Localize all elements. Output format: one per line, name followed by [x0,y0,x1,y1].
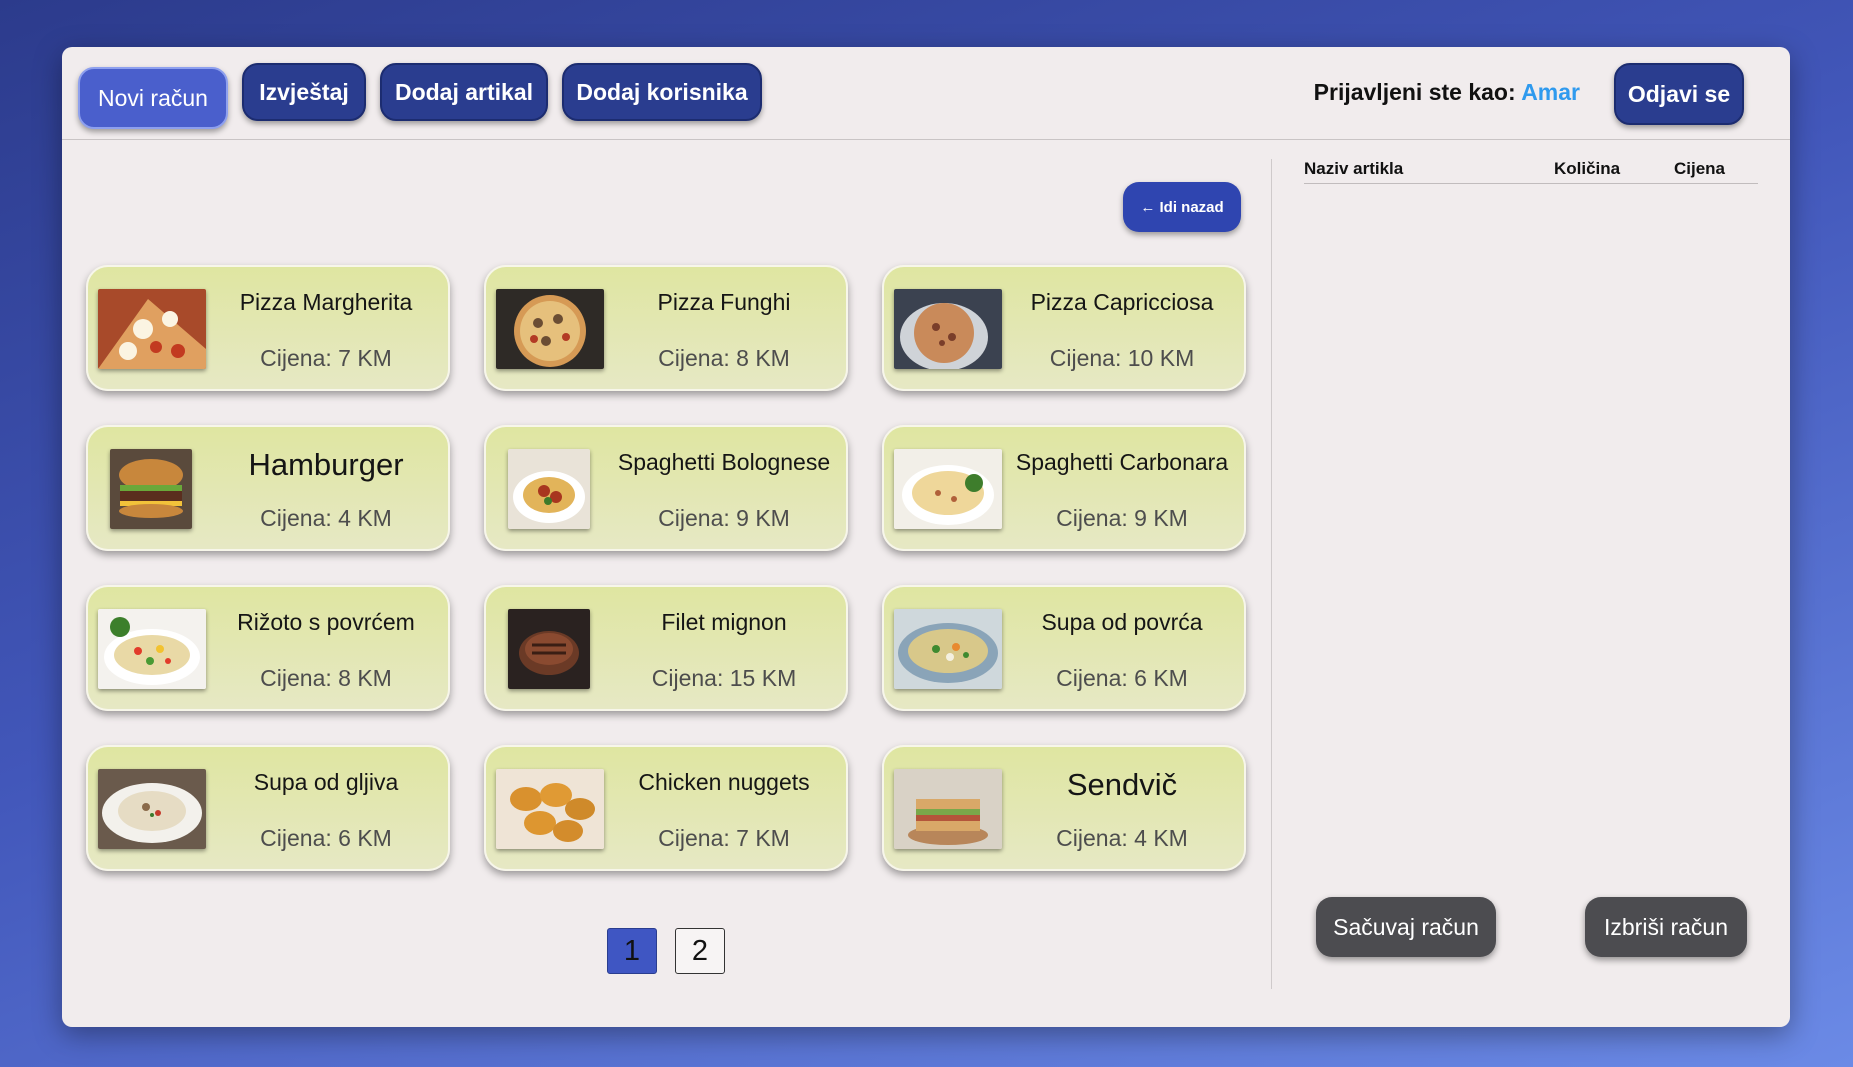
top-navigation-bar: Novi račun Izvještaj Dodaj artikal Dodaj… [62,47,1790,140]
item-name: Spaghetti Carbonara [1015,449,1229,475]
delete-bill-button[interactable]: Izbriši račun [1585,897,1747,957]
pizza-funghi-image [496,289,604,369]
item-name: Sendvič [1066,767,1178,802]
sandwich-image [894,769,1002,849]
menu-item-card[interactable]: Spaghetti Bolognese Cijena: 9 KM [484,425,848,551]
item-name: Pizza Funghi [657,289,791,315]
item-name: Hamburger [248,447,404,482]
logged-in-label: Prijavljeni ste kao: [1313,79,1522,105]
item-price: Cijena: 7 KM [260,345,392,371]
pizza-margherita-image [98,289,206,369]
item-price: Cijena: 7 KM [658,825,790,851]
rizoto-image [98,609,206,689]
username: Amar [1521,79,1580,105]
chicken-nuggets-image [496,769,604,849]
app-window: Novi račun Izvještaj Dodaj artikal Dodaj… [62,47,1790,1027]
item-price: Cijena: 9 KM [1056,505,1188,531]
save-bill-button[interactable]: Sačuvaj račun [1316,897,1496,957]
spaghetti-carbonara-image [894,449,1002,529]
item-name: Supa od povrća [1041,609,1203,635]
menu-item-card[interactable]: Chicken nuggets Cijena: 7 KM [484,745,848,871]
item-name: Supa od gljiva [253,769,399,795]
filet-mignon-image [508,609,590,689]
bill-table-header: Naziv artikla Količina Cijena [1304,147,1758,184]
new-bill-button[interactable]: Novi račun [78,67,228,129]
menu-item-card[interactable]: Pizza Capricciosa Cijena: 10 KM [882,265,1246,391]
column-item-name: Naziv artikla [1304,159,1404,178]
menu-item-card[interactable]: Sendvič Cijena: 4 KM [882,745,1246,871]
page-button-2[interactable]: 2 [675,928,725,974]
hamburger-image [110,449,192,529]
item-name: Filet mignon [661,609,787,635]
logged-in-info: Prijavljeni ste kao: Amar [1314,79,1580,106]
spaghetti-bolognese-image [508,449,590,529]
report-button[interactable]: Izvještaj [242,63,366,121]
item-price: Cijena: 6 KM [260,825,392,851]
column-quantity: Količina [1554,159,1621,178]
add-item-button[interactable]: Dodaj artikal [380,63,548,121]
item-name: Spaghetti Bolognese [617,449,831,475]
menu-item-card[interactable]: Supa od povrća Cijena: 6 KM [882,585,1246,711]
add-user-button[interactable]: Dodaj korisnika [562,63,762,121]
menu-item-card[interactable]: Pizza Funghi Cijena: 8 KM [484,265,848,391]
item-price: Cijena: 8 KM [658,345,790,371]
item-price: Cijena: 9 KM [658,505,790,531]
menu-item-card[interactable]: Spaghetti Carbonara Cijena: 9 KM [882,425,1246,551]
menu-item-card[interactable]: Supa od gljiva Cijena: 6 KM [86,745,450,871]
mushroom-soup-image [98,769,206,849]
menu-item-card[interactable]: Rižoto s povrćem Cijena: 8 KM [86,585,450,711]
item-name: Pizza Margherita [239,289,413,315]
menu-item-card[interactable]: Hamburger Cijena: 4 KM [86,425,450,551]
menu-item-card[interactable]: Filet mignon Cijena: 15 KM [484,585,848,711]
item-price: Cijena: 10 KM [1049,345,1195,371]
item-price: Cijena: 4 KM [1056,825,1188,851]
item-price: Cijena: 15 KM [651,665,797,691]
vegetable-soup-image [894,609,1002,689]
item-name: Rižoto s povrćem [237,609,415,635]
item-price: Cijena: 8 KM [260,665,392,691]
panel-divider [1271,159,1272,989]
item-price: Cijena: 4 KM [260,505,392,531]
page-button-1[interactable]: 1 [607,928,657,974]
menu-item-card[interactable]: Pizza Margherita Cijena: 7 KM [86,265,450,391]
logout-button[interactable]: Odjavi se [1614,63,1744,125]
item-name: Chicken nuggets [638,769,810,795]
item-price: Cijena: 6 KM [1056,665,1188,691]
go-back-button[interactable]: ← Idi nazad [1123,182,1241,232]
column-price: Cijena [1674,159,1726,178]
item-name: Pizza Capricciosa [1030,289,1214,315]
pizza-capricciosa-image [894,289,1002,369]
